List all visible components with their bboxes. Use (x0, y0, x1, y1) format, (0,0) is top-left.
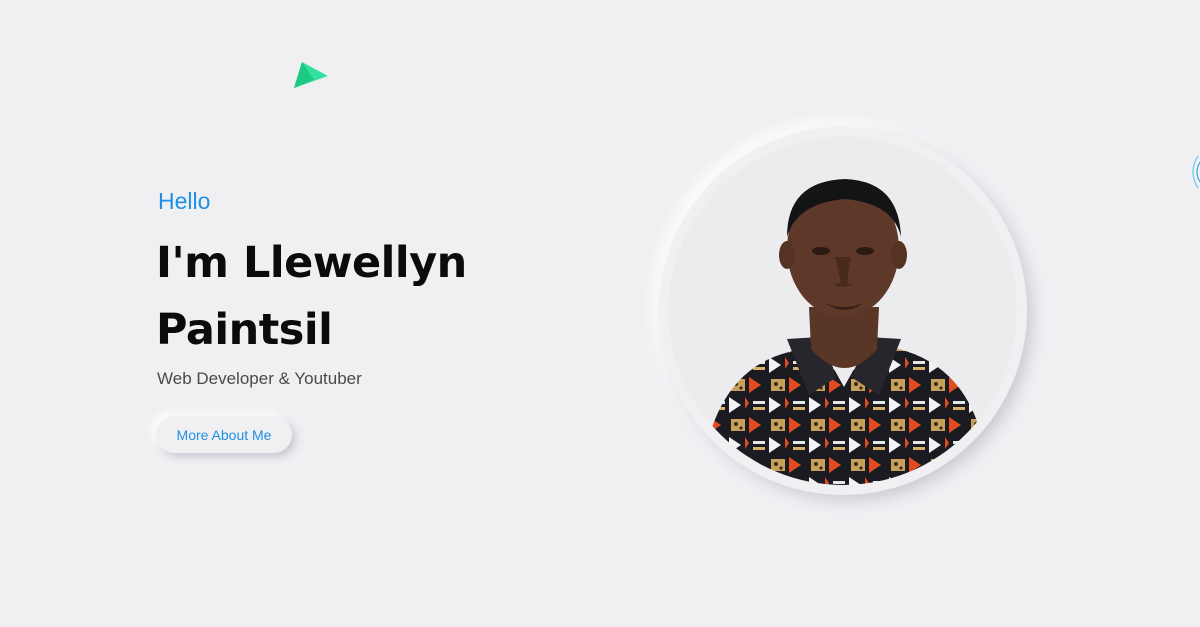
triangle-decoration-icon (292, 60, 330, 92)
hero-section: Hello I'm Llewellyn Paintsil Web Develop… (156, 184, 616, 453)
role-subtitle: Web Developer & Youtuber (157, 369, 362, 388)
portrait-frame (659, 127, 1027, 495)
more-about-me-button[interactable]: More About Me (156, 416, 292, 453)
avatar (669, 137, 1017, 485)
avatar-image (669, 137, 1017, 485)
greeting-text: Hello (158, 188, 211, 214)
ring-decoration-icon (1186, 152, 1200, 192)
name-heading: I'm Llewellyn Paintsil (156, 230, 616, 364)
name-line-1: I'm Llewellyn (156, 238, 467, 288)
name-line-2: Paintsil (156, 305, 333, 355)
